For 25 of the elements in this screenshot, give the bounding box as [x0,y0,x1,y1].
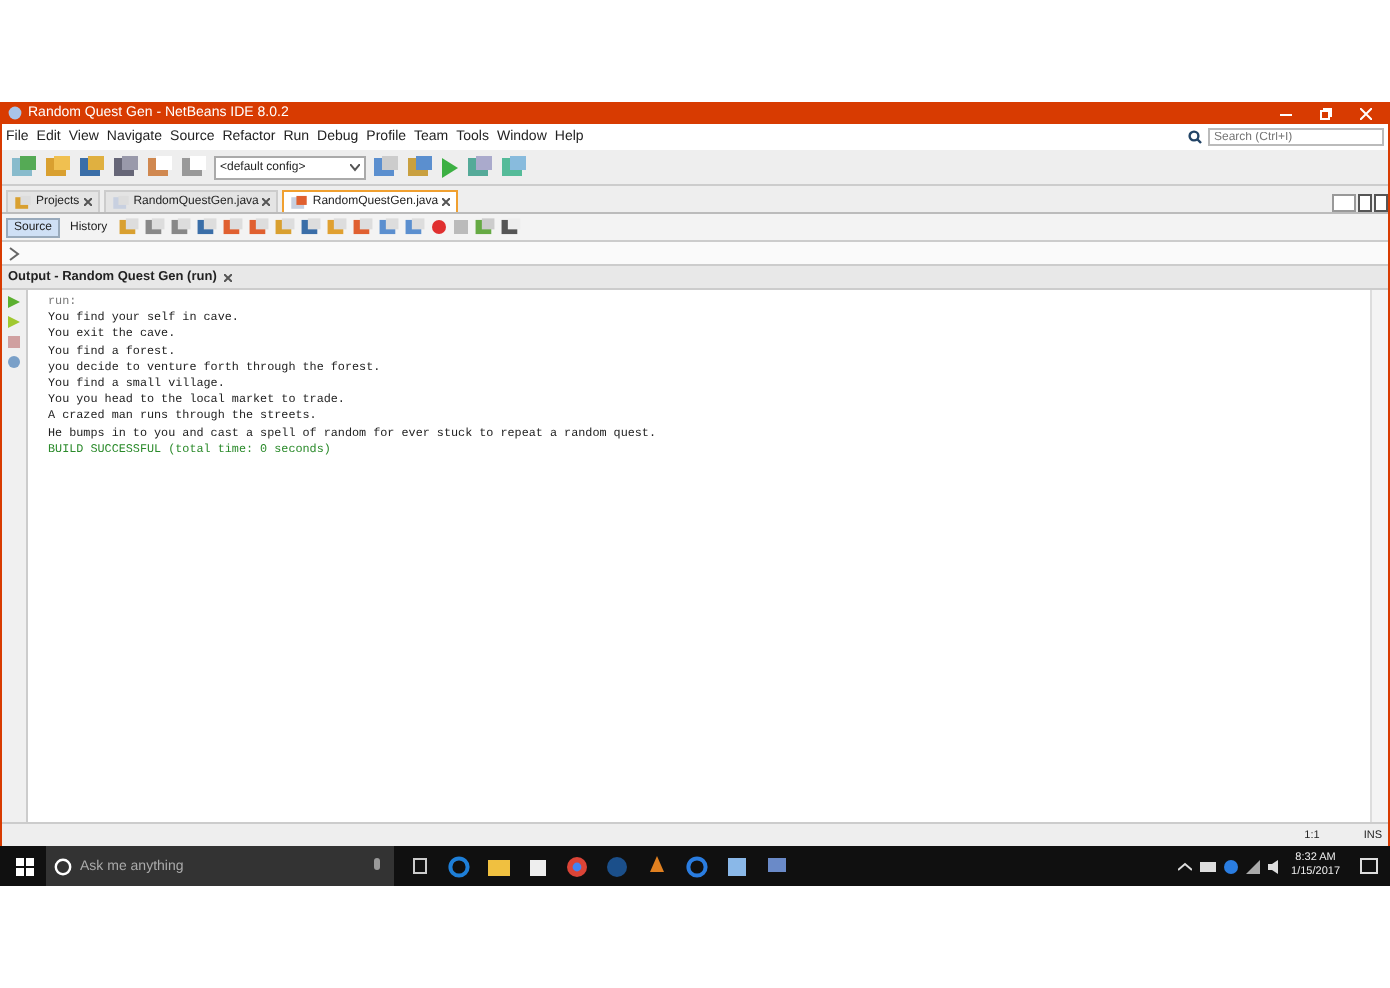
start-icon[interactable] [16,857,34,875]
notification-icon[interactable] [1360,857,1378,875]
close-tab-icon[interactable] [442,198,451,206]
run-icon[interactable] [440,155,460,179]
network-icon[interactable] [1245,859,1260,873]
microphone-icon[interactable] [372,858,382,874]
speaker-icon[interactable] [1267,859,1284,873]
folder-icon[interactable] [488,856,510,876]
record-icon[interactable] [429,218,448,236]
close-tab-icon[interactable] [224,273,233,281]
circle-icon [54,857,72,875]
browser-icon[interactable] [448,855,470,877]
close-tab-icon[interactable] [262,198,271,206]
shopping-bag-icon[interactable] [528,856,548,876]
close-icon[interactable] [1360,107,1372,119]
browser-icon[interactable] [566,855,588,877]
tab-navigation-icon[interactable] [1332,194,1388,212]
chevron-icon[interactable] [8,245,20,261]
battery-icon[interactable] [1199,861,1216,871]
task-view-icon[interactable] [410,858,430,874]
scrollbar[interactable] [1370,290,1388,822]
chevron-up-icon[interactable] [1177,861,1192,871]
close-tab-icon[interactable] [83,198,92,206]
caret-icon [350,163,360,171]
restore-icon[interactable] [1320,107,1332,119]
